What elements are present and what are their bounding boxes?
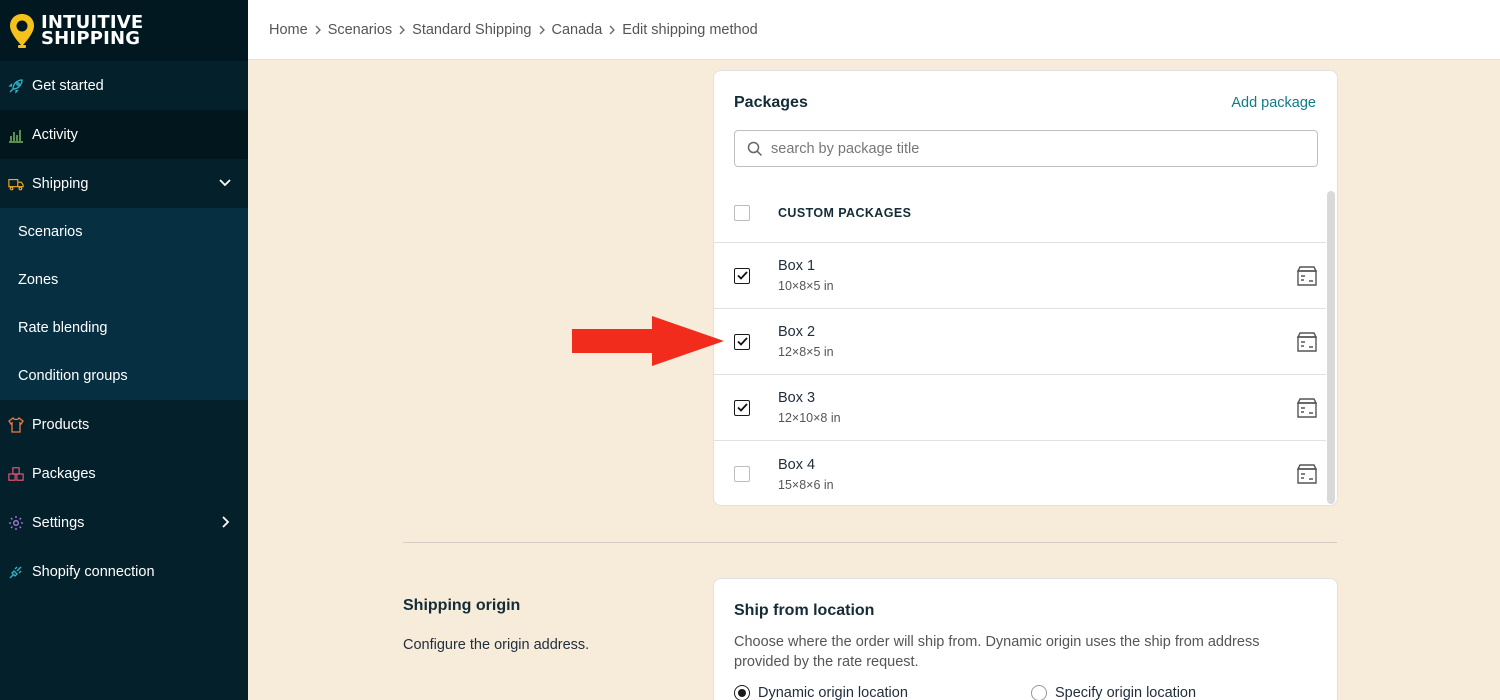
sidebar-item-condition-groups[interactable]: Condition groups: [0, 352, 248, 400]
sidebar-item-shopify-connection[interactable]: Shopify connection: [0, 547, 248, 596]
package-checkbox[interactable]: [734, 333, 750, 350]
red-arrow-annotation: [572, 316, 724, 366]
package-box-icon: [1296, 332, 1318, 352]
breadcrumb-home[interactable]: Home: [269, 22, 308, 38]
ship-from-description: Choose where the order will ship from. D…: [734, 634, 1260, 670]
shipping-origin-title: Shipping origin: [403, 597, 521, 614]
chevron-right-icon[interactable]: [218, 515, 232, 529]
sidebar-item-zones[interactable]: Zones: [0, 256, 248, 304]
package-name: Box 2: [778, 324, 816, 340]
rocket-icon: [8, 78, 24, 94]
sidebar: INTUITIVE SHIPPING Get started Activity …: [0, 0, 248, 700]
breadcrumb-current-page: Edit shipping method: [622, 21, 758, 38]
package-name: Box 1: [778, 258, 816, 274]
sidebar-item-shipping[interactable]: Shipping: [0, 159, 248, 208]
custom-packages-header: CUSTOM PACKAGES: [778, 206, 912, 220]
breadcrumb-canada[interactable]: Canada: [552, 22, 603, 38]
sidebar-item-label: Settings: [32, 514, 85, 531]
shirt-icon: [8, 416, 24, 433]
brand-logo[interactable]: INTUITIVE SHIPPING: [0, 0, 248, 61]
boxes-icon: [8, 466, 24, 482]
chevron-right-icon: [398, 25, 406, 35]
package-name: Box 4: [778, 456, 816, 473]
select-all-checkbox[interactable]: [734, 205, 750, 221]
ship-from-location-card: Ship from location Choose where the orde…: [713, 578, 1338, 700]
sidebar-item-activity[interactable]: Activity: [0, 110, 248, 159]
sidebar-item-label: Shopify connection: [32, 563, 155, 580]
truck-icon: [8, 176, 24, 192]
breadcrumb-standard-shipping[interactable]: Standard Shipping: [412, 22, 531, 38]
package-checkbox[interactable]: [734, 399, 750, 416]
plug-icon: [8, 564, 24, 580]
add-package-link[interactable]: Add package: [1231, 95, 1316, 111]
package-info: Box 1 10×8×5 in: [778, 258, 834, 293]
package-box-icon: [1296, 398, 1318, 418]
radio-selected-icon: [734, 685, 750, 700]
package-checkbox[interactable]: [734, 466, 750, 482]
table-header: CUSTOM PACKAGES: [714, 184, 1326, 243]
package-dimensions: 12×10×8 in: [778, 411, 841, 425]
sidebar-item-settings[interactable]: Settings: [0, 498, 248, 547]
package-row-box-1[interactable]: Box 1 10×8×5 in: [714, 243, 1326, 309]
sidebar-item-rate-blending[interactable]: Rate blending: [0, 304, 248, 352]
package-box-icon: [1296, 266, 1318, 286]
package-checkbox[interactable]: [734, 267, 750, 284]
sidebar-item-label: Products: [32, 416, 90, 433]
chevron-right-icon: [538, 25, 546, 35]
checkmark-icon: [736, 337, 748, 346]
package-info: Box 4 15×8×6 in: [778, 457, 834, 492]
radio-label: Dynamic origin location: [758, 685, 908, 700]
breadcrumb-scenarios[interactable]: Scenarios: [328, 22, 392, 38]
lightbulb-pin-icon: [10, 13, 34, 48]
bar-chart-icon: [8, 127, 24, 143]
sidebar-item-label: Activity: [32, 126, 78, 143]
package-dimensions: 12×8×5 in: [778, 345, 834, 359]
sidebar-item-products[interactable]: Products: [0, 400, 248, 449]
package-row-box-2[interactable]: Box 2 12×8×5 in: [714, 309, 1326, 375]
checkmark-icon: [736, 271, 748, 280]
breadcrumb: Home Scenarios Standard Shipping Canada …: [248, 0, 1500, 60]
chevron-right-icon: [608, 25, 616, 35]
sidebar-item-packages[interactable]: Packages: [0, 449, 248, 498]
package-info: Box 2 12×8×5 in: [778, 324, 834, 359]
sidebar-item-label: Get started: [32, 77, 104, 94]
packages-table: CUSTOM PACKAGES Box 1 10×8×5 in Box 2 12…: [714, 184, 1326, 505]
package-info: Box 3 12×10×8 in: [778, 390, 841, 425]
package-row-box-3[interactable]: Box 3 12×10×8 in: [714, 375, 1326, 441]
packages-title: Packages: [734, 94, 808, 111]
radio-label: Specify origin location: [1055, 685, 1197, 700]
package-dimensions: 15×8×6 in: [778, 477, 834, 492]
package-name: Box 3: [778, 390, 816, 406]
package-search[interactable]: [734, 130, 1318, 167]
shipping-origin-description: Configure the origin address.: [403, 637, 590, 653]
gear-icon: [8, 515, 24, 531]
table-scrollbar[interactable]: [1327, 191, 1335, 504]
shipping-submenu: Scenarios Zones Rate blending Condition …: [0, 208, 248, 400]
sidebar-item-scenarios[interactable]: Scenarios: [0, 208, 248, 256]
dynamic-origin-radio[interactable]: Dynamic origin location: [734, 685, 908, 700]
search-icon: [747, 141, 763, 156]
package-search-input[interactable]: [771, 140, 1291, 157]
specify-origin-radio[interactable]: Specify origin location: [1031, 685, 1196, 700]
package-dimensions: 10×8×5 in: [778, 279, 834, 293]
package-row-box-4[interactable]: Box 4 15×8×6 in: [714, 441, 1326, 505]
packages-card: Packages Add package CUSTOM PACKAGES Box…: [713, 70, 1338, 506]
sidebar-item-get-started[interactable]: Get started: [0, 61, 248, 110]
chevron-down-icon[interactable]: [218, 176, 232, 190]
ship-from-title: Ship from location: [734, 602, 875, 619]
section-divider: [403, 542, 1337, 543]
radio-empty-icon: [1031, 685, 1047, 700]
brand-name: INTUITIVE SHIPPING: [41, 11, 144, 49]
chevron-right-icon: [314, 25, 322, 35]
sidebar-item-label: Packages: [32, 465, 96, 482]
checkmark-icon: [736, 403, 748, 412]
sidebar-item-label: Shipping: [32, 175, 89, 192]
package-box-icon: [1296, 464, 1318, 484]
